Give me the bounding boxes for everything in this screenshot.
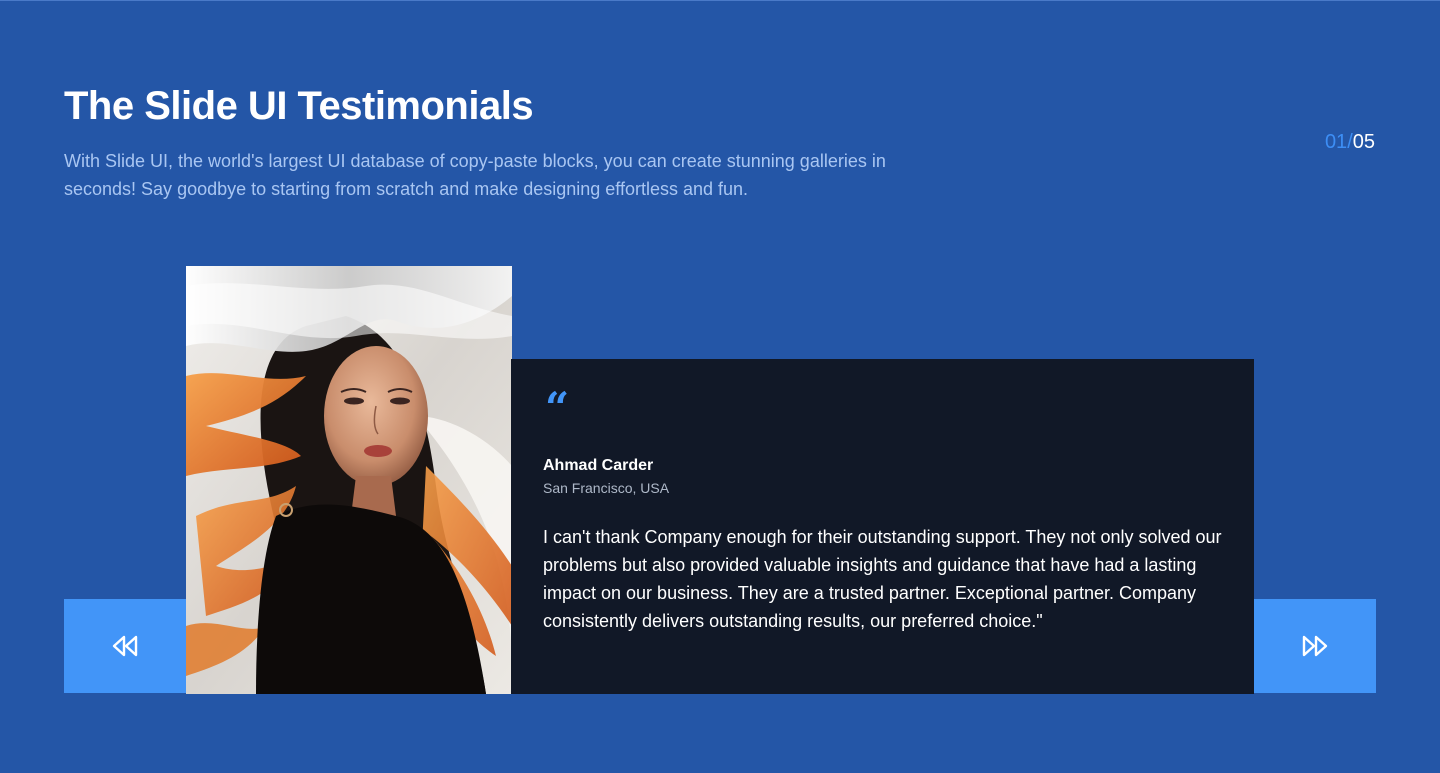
testimonial-card: “ Ahmad Carder San Francisco, USA I can'… (511, 359, 1254, 694)
slide-counter: 01/05 (1325, 129, 1375, 155)
previous-slide-button[interactable] (64, 599, 186, 693)
testimonials-section: The Slide UI Testimonials With Slide UI,… (0, 0, 1440, 773)
page-subtitle: With Slide UI, the world's largest UI da… (64, 151, 886, 199)
quote-icon: “ (545, 383, 570, 432)
page-title: The Slide UI Testimonials (64, 84, 534, 128)
slide-counter-current: 01 (1324, 131, 1348, 153)
next-slide-button[interactable] (1254, 599, 1376, 693)
author-name: Ahmad Carder (543, 457, 654, 474)
fast-forward-icon (1301, 635, 1329, 657)
slide-counter-total: 05 (1352, 131, 1375, 153)
testimonial-quote: I can't thank Company enough for their o… (543, 527, 1222, 631)
author-location: San Francisco, USA (543, 480, 670, 496)
rewind-icon (111, 635, 139, 657)
testimonial-portrait-photo (186, 266, 512, 694)
